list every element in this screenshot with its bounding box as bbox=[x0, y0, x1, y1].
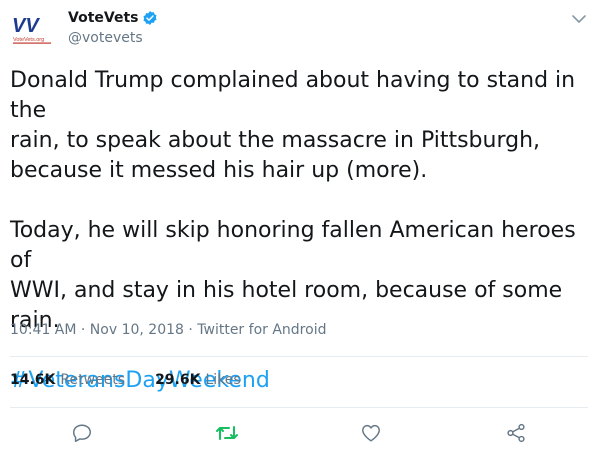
likes-count: 29.6K bbox=[155, 372, 201, 388]
logo-letters: VV bbox=[12, 15, 40, 37]
logo-caption: VoteVets.org bbox=[13, 37, 44, 43]
display-name[interactable]: VoteVets bbox=[68, 10, 138, 26]
tweet-paragraph-2: Today, he will skip honoring fallen Amer… bbox=[10, 218, 576, 333]
votevets-logo: VV VoteVets.org bbox=[12, 15, 51, 44]
author-info: VoteVets @votevets bbox=[68, 8, 158, 46]
avatar[interactable]: VV VoteVets.org bbox=[10, 12, 56, 46]
engagement-stats: 14.6K Retweets 29.6K Likes bbox=[10, 372, 271, 388]
retweets-label: Retweets bbox=[60, 372, 126, 388]
retweets-count: 14.6K bbox=[10, 372, 56, 388]
share-button[interactable] bbox=[501, 418, 531, 448]
like-button[interactable] bbox=[356, 418, 386, 448]
tweet-body: Donald Trump complained about having to … bbox=[10, 66, 588, 396]
likes-stat[interactable]: 29.6K Likes bbox=[155, 372, 241, 388]
retweet-button[interactable] bbox=[212, 418, 242, 448]
retweet-icon bbox=[216, 426, 238, 440]
name-row: VoteVets bbox=[68, 8, 158, 28]
verified-badge-icon bbox=[143, 11, 158, 25]
handle[interactable]: @votevets bbox=[68, 30, 158, 46]
heart-icon bbox=[362, 424, 380, 442]
tweet-paragraph-1: Donald Trump complained about having to … bbox=[10, 68, 576, 183]
action-bar bbox=[0, 418, 598, 448]
share-icon bbox=[507, 423, 525, 443]
retweets-stat[interactable]: 14.6K Retweets bbox=[10, 372, 125, 388]
divider bbox=[10, 407, 588, 408]
reply-button[interactable] bbox=[67, 418, 97, 448]
divider bbox=[10, 356, 588, 357]
likes-label: Likes bbox=[205, 372, 241, 388]
reply-icon bbox=[73, 424, 91, 442]
chevron-down-icon[interactable] bbox=[570, 10, 588, 28]
tweet-timestamp[interactable]: 10:41 AM · Nov 10, 2018 · Twitter for An… bbox=[10, 322, 326, 338]
